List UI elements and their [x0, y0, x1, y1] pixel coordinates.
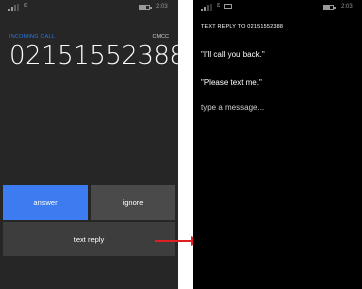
signal-icon [8, 4, 20, 11]
reply-option-text-me[interactable]: "Please text me." [201, 78, 262, 87]
carrier-label: CMCC [152, 34, 170, 40]
ignore-button[interactable]: ignore [91, 185, 175, 220]
message-icon [224, 4, 232, 9]
status-bar: ɛ 2:03 [193, 0, 362, 16]
text-reply-screen: ɛ 2:03 TEXT REPLY TO 02151552388 "I'll c… [193, 0, 362, 289]
text-reply-button[interactable]: text reply [3, 222, 175, 256]
notification-icon: ɛ [24, 2, 28, 9]
type-message-input[interactable]: type a message... [201, 103, 264, 112]
answer-button[interactable]: answer [3, 185, 88, 220]
arrow-line [155, 240, 193, 242]
status-time: 2:03 [341, 4, 353, 10]
caller-number: 02151552388 [9, 41, 178, 71]
signal-icon [201, 4, 213, 11]
incoming-call-screen: ɛ 2:03 INCOMING CALL CMCC 02151552388 an… [0, 0, 178, 289]
battery-icon [323, 5, 336, 10]
incoming-call-label: INCOMING CALL [9, 34, 55, 40]
reply-option-call-back[interactable]: "I'll call you back." [201, 50, 265, 59]
status-bar: ɛ 2:03 [0, 0, 178, 16]
notification-icon: ɛ [217, 2, 221, 9]
status-time: 2:03 [156, 4, 168, 10]
battery-icon [139, 5, 152, 10]
reply-title: TEXT REPLY TO 02151552388 [201, 24, 284, 30]
